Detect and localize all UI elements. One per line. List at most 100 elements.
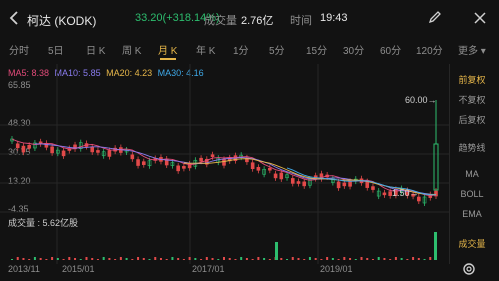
volume-bar [85,257,88,260]
candle [44,142,49,148]
candle [302,181,307,187]
volume-bar [102,257,105,260]
candle [21,145,26,153]
settings-icon[interactable] [462,262,476,276]
tab-day-k[interactable]: 日 K [86,42,105,57]
chevron-left-icon[interactable] [9,11,19,28]
volume-bar [280,258,283,260]
volume-value: 2.76亿 [241,15,274,27]
side-bufuquan[interactable]: 不复权 [452,93,492,106]
volume-bar [360,257,363,260]
tab-week-k[interactable]: 周 K [122,42,141,57]
volume-bar [331,258,334,260]
volume-bar [154,257,157,260]
candle [382,192,387,196]
candles [10,100,439,206]
time-value: 19:43 [320,12,348,24]
kline-chart[interactable] [0,64,449,264]
volume-bar [406,259,409,260]
volume-bar [263,258,266,260]
volume-bar [429,257,432,260]
side-volume[interactable]: 成交量 [452,237,492,250]
candle [15,143,20,149]
candle [296,181,301,184]
volume-bar [45,259,48,260]
side-ma[interactable]: MA [452,169,492,179]
volume-bar [257,257,260,260]
volume-bar [79,259,82,260]
candle [342,182,347,187]
tab-15min[interactable]: 15分 [306,42,327,57]
volume-bar [400,258,403,260]
candle [107,150,112,157]
volume-bar [177,258,180,260]
candle [256,167,261,171]
more-label: 更多 [458,46,478,57]
side-qianfuquan[interactable]: 前复权 [452,73,492,86]
candle [199,157,203,162]
volume-bar [417,258,420,260]
candle [365,181,370,188]
volume-bar [228,258,231,260]
volume-text: 成交量 : 5.62亿股 [8,218,79,228]
volume-bar [108,258,111,260]
side-houfuquan[interactable]: 后复权 [452,113,492,126]
volume-bar [68,257,71,260]
candle [210,154,215,158]
volume-bar [91,258,94,260]
x-label: 2015/01 [62,264,95,274]
volume-bars [11,232,437,260]
candle [61,150,66,157]
volume-bar [291,257,294,260]
x-label: 2017/01 [192,264,225,274]
volume-bar [74,258,77,260]
volume-bar [377,257,380,260]
volume-bar [394,257,397,260]
volume-bar [200,259,203,260]
tab-more[interactable]: 更多 ▾ [458,42,486,57]
volume-bar [314,258,317,260]
tab-30min[interactable]: 30分 [343,42,364,57]
tab-5day[interactable]: 5日 [48,42,64,57]
caret-down-icon: ▾ [480,46,486,57]
edit-icon[interactable] [428,10,442,29]
volume-bar [142,258,145,260]
close-icon[interactable] [474,11,486,29]
tab-month-k[interactable]: 月 K [158,42,177,57]
candle [141,161,146,165]
volume-bar [275,242,278,260]
volume-bar [62,259,65,260]
volume-bar [326,257,329,260]
low-marker: 1.50→ [392,188,419,198]
tab-fenshi[interactable]: 分时 [9,42,29,57]
stock-title: 柯达 (KODK) [27,14,97,28]
volume-bar [205,257,208,260]
side-trendline[interactable]: 趋势线 [452,141,492,154]
volume-bar [125,258,128,260]
volume-bar [137,257,140,260]
candle [273,173,278,179]
candle [50,146,54,154]
side-boll[interactable]: BOLL [452,189,492,199]
volume-bar [28,259,31,260]
volume-bar [188,257,191,260]
tab-5min[interactable]: 5分 [269,42,285,57]
candle [96,150,100,153]
tab-60min[interactable]: 60分 [380,42,401,57]
tab-year-k[interactable]: 年 K [196,42,215,57]
volume-bar [217,259,220,260]
volume-bar [383,258,386,260]
volume-bar [337,259,340,260]
tab-120min[interactable]: 120分 [416,42,443,57]
side-ema[interactable]: EMA [452,209,492,219]
volume-bar [349,258,352,260]
tab-1min[interactable]: 1分 [233,42,249,57]
volume-bar [240,257,243,260]
volume-bar [366,258,369,260]
volume-bar [371,259,374,260]
volume-bar [412,257,415,260]
volume-bar [245,258,248,260]
candle [136,159,140,166]
volume-bar [16,257,19,260]
volume-bar [165,259,168,260]
